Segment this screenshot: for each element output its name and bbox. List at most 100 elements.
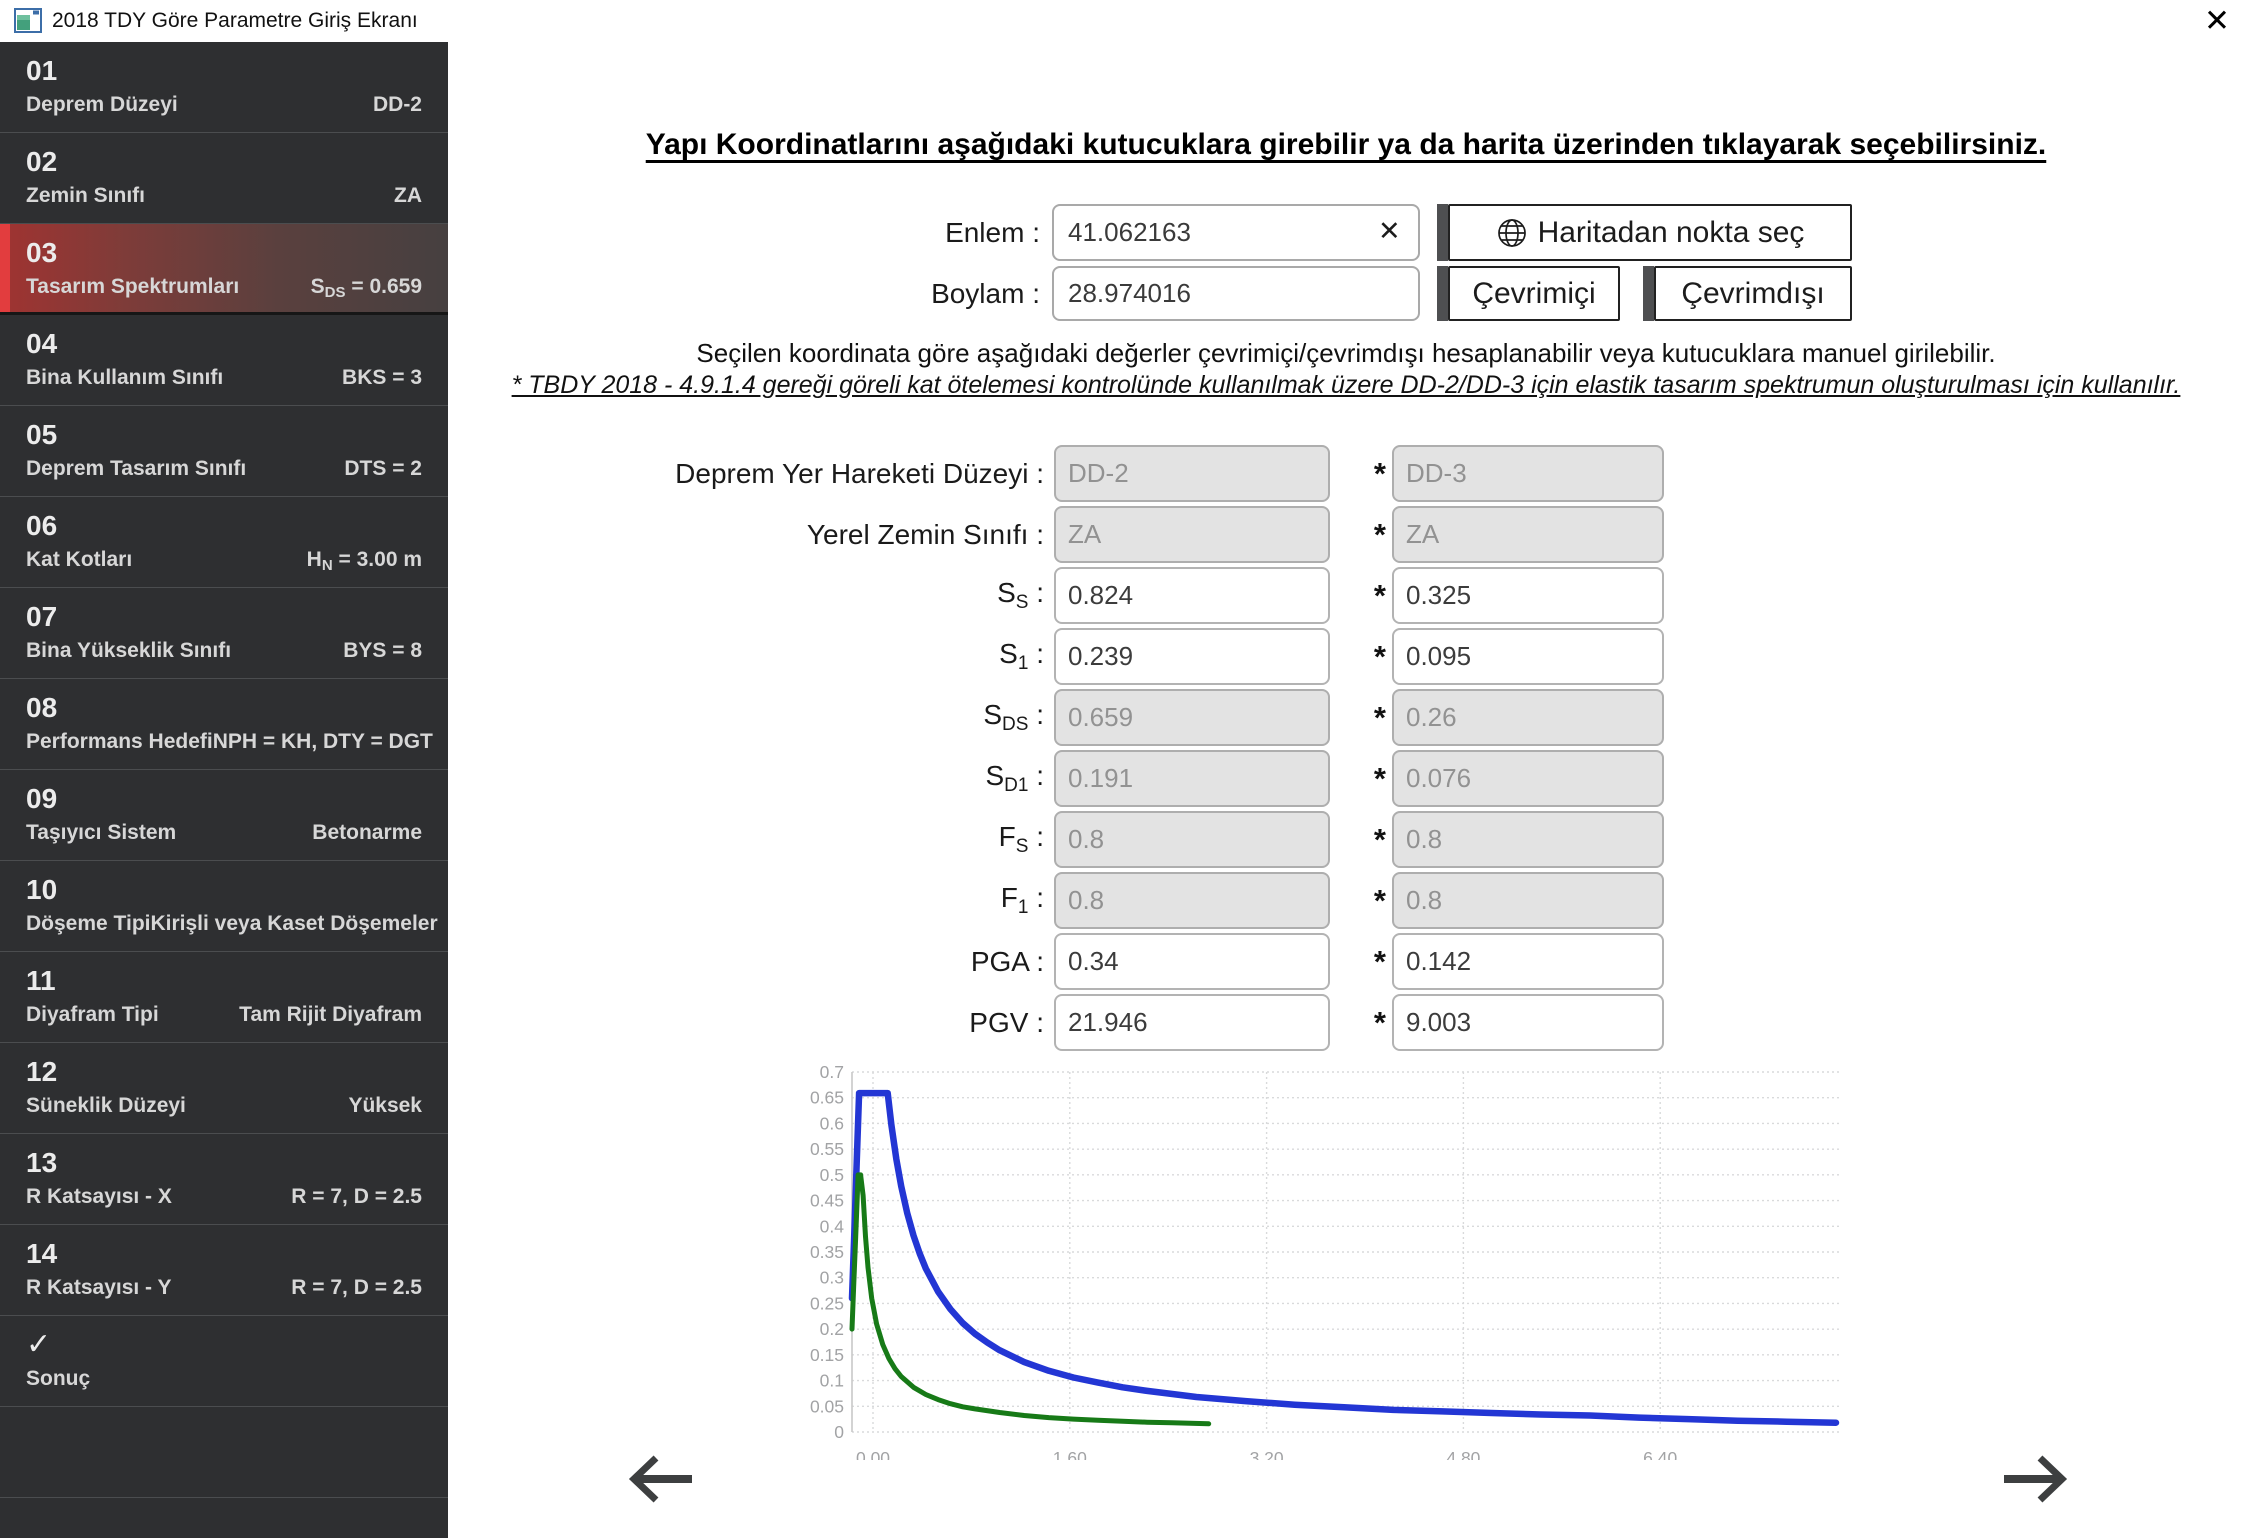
field-input-dd3[interactable]	[1392, 628, 1664, 685]
sidebar-item-value: HN = 3.00 m	[307, 548, 422, 574]
sidebar-item-number: 13	[26, 1147, 422, 1179]
sidebar-item-11[interactable]: 11Diyafram TipiTam Rijit Diyafram	[0, 952, 448, 1043]
field-label: Deprem Yer Hareketi Düzeyi :	[448, 458, 1054, 490]
form-row-3: S1 : *	[448, 628, 1664, 685]
parameter-form: Deprem Yer Hareketi Düzeyi :*Yerel Zemin…	[448, 445, 1664, 1055]
field-label: FS :	[448, 821, 1054, 858]
sidebar-item-04[interactable]: 04Bina Kullanım SınıfıBKS = 3	[0, 315, 448, 406]
offline-button[interactable]: Çevrimdışı	[1654, 266, 1852, 321]
sidebar-item-label: Diyafram Tipi	[26, 1003, 159, 1027]
sidebar-item-08[interactable]: 08Performans HedefiNPH = KH, DTY = DGT	[0, 679, 448, 770]
sidebar-item-01[interactable]: 01Deprem DüzeyiDD-2	[0, 42, 448, 133]
y-tick-label: 0.7	[820, 1062, 844, 1082]
forward-arrow-button[interactable]	[2000, 1452, 2068, 1506]
sidebar-item-label: Deprem Tasarım Sınıfı	[26, 457, 246, 481]
asterisk-label: *	[1330, 445, 1392, 502]
y-tick-label: 0.6	[820, 1113, 844, 1133]
form-row-8: PGA :*	[448, 933, 1664, 990]
asterisk-label: *	[1330, 811, 1392, 868]
window-title: 2018 TDY Göre Parametre Giriş Ekranı	[52, 0, 418, 42]
back-arrow-button[interactable]	[628, 1452, 696, 1506]
note-tbdy-reference: * TBDY 2018 - 4.9.1.4 gereği göreli kat …	[448, 371, 2244, 400]
asterisk-label: *	[1330, 872, 1392, 929]
y-tick-label: 0.45	[810, 1191, 844, 1211]
field-input-dd3	[1392, 750, 1664, 807]
field-input-dd3[interactable]	[1392, 994, 1664, 1051]
field-input-dd2[interactable]	[1054, 628, 1330, 685]
sidebar-item-number: 08	[26, 692, 422, 724]
online-button-accent	[1437, 266, 1448, 321]
pick-from-map-button[interactable]: Haritadan nokta seç	[1448, 204, 1852, 261]
x-tick-label: 3.20	[1250, 1448, 1284, 1460]
blue-curve	[852, 1093, 1836, 1423]
sidebar-item-07[interactable]: 07Bina Yükseklik SınıfıBYS = 8	[0, 588, 448, 679]
online-button-label: Çevrimiçi	[1472, 277, 1595, 311]
sidebar-item-label: Süneklik Düzeyi	[26, 1094, 186, 1118]
form-row-4: SDS :*	[448, 689, 1664, 746]
y-tick-label: 0.55	[810, 1139, 844, 1159]
sidebar-item-value: BYS = 8	[343, 639, 422, 663]
field-input-dd2[interactable]	[1054, 567, 1330, 624]
sidebar-item-number: 09	[26, 783, 422, 815]
sidebar-item-number: 12	[26, 1056, 422, 1088]
sidebar-item-value: Kirişli veya Kaset Döşemeler	[150, 912, 437, 936]
form-row-7: F1 : *	[448, 872, 1664, 929]
field-input-dd3	[1392, 689, 1664, 746]
map-button-accent	[1437, 204, 1448, 261]
sidebar-item-05[interactable]: 05Deprem Tasarım SınıfıDTS = 2	[0, 406, 448, 497]
field-input-dd2	[1054, 506, 1330, 563]
app-window-icon	[14, 8, 42, 33]
sidebar-item-06[interactable]: 06Kat KotlarıHN = 3.00 m	[0, 497, 448, 588]
sidebar-item-09[interactable]: 09Taşıyıcı SistemBetonarme	[0, 770, 448, 861]
field-input-dd3[interactable]	[1392, 567, 1664, 624]
longitude-input[interactable]	[1052, 266, 1420, 321]
form-row-1: Yerel Zemin Sınıfı :*	[448, 506, 1664, 563]
sidebar-item-value: DTS = 2	[344, 457, 422, 481]
sidebar-item-value: NPH = KH, DTY = DGT	[213, 730, 433, 754]
y-tick-label: 0.3	[820, 1268, 844, 1288]
field-input-dd2[interactable]	[1054, 994, 1330, 1051]
online-button[interactable]: Çevrimiçi	[1448, 266, 1620, 321]
sidebar-item-number: 04	[26, 328, 422, 360]
sidebar-item-label: Sonuç	[26, 1367, 90, 1391]
sidebar-item-value: SDS = 0.659	[311, 275, 422, 301]
sidebar-item-value: BKS = 3	[342, 366, 422, 390]
asterisk-label: *	[1330, 689, 1392, 746]
sidebar-item-label: Tasarım Spektrumları	[26, 275, 239, 299]
sidebar-item-value: ZA	[394, 184, 422, 208]
sidebar-item-label: Bina Yükseklik Sınıfı	[26, 639, 231, 663]
x-tick-label: 0.00	[856, 1448, 890, 1460]
clear-latitude-icon[interactable]: ✕	[1378, 216, 1401, 247]
sidebar-item-13[interactable]: 13 R Katsayısı - X R = 7, D = 2.5	[0, 1134, 448, 1225]
field-input-dd2[interactable]	[1054, 933, 1330, 990]
latitude-input[interactable]	[1052, 204, 1420, 261]
sidebar-item-number: 10	[26, 874, 422, 906]
title-bar: 2018 TDY Göre Parametre Giriş Ekranı ✕	[0, 0, 2244, 42]
sidebar-item-12[interactable]: 12 Süneklik Düzeyi Yüksek	[0, 1043, 448, 1134]
asterisk-label: *	[1330, 750, 1392, 807]
sidebar-item-03[interactable]: 03Tasarım SpektrumlarıSDS = 0.659	[0, 224, 448, 315]
sidebar-item-10[interactable]: 10Döşeme TipiKirişli veya Kaset Döşemele…	[0, 861, 448, 952]
asterisk-label: *	[1330, 933, 1392, 990]
sidebar-item-value: Yüksek	[348, 1094, 422, 1118]
field-input-dd3[interactable]	[1392, 933, 1664, 990]
form-row-0: Deprem Yer Hareketi Düzeyi : *	[448, 445, 1664, 502]
spectrum-chart: 0.70.650.60.550.50.450.40.350.30.250.20.…	[795, 1058, 1850, 1460]
asterisk-label: *	[1330, 628, 1392, 685]
x-tick-label: 4.80	[1446, 1448, 1480, 1460]
sidebar-item-label: R Katsayısı - Y	[26, 1276, 172, 1300]
sidebar-item-label: Zemin Sınıfı	[26, 184, 145, 208]
longitude-label: Boylam :	[448, 266, 1040, 321]
sidebar-item-label: R Katsayısı - X	[26, 1185, 172, 1209]
sidebar-item-02[interactable]: 02Zemin SınıfıZA	[0, 133, 448, 224]
sidebar-item-value: R = 7, D = 2.5	[291, 1185, 422, 1209]
close-icon[interactable]: ✕	[2204, 2, 2230, 40]
sidebar-item-14[interactable]: 14R Katsayısı - YR = 7, D = 2.5	[0, 1225, 448, 1316]
field-input-dd3	[1392, 872, 1664, 929]
field-label: S1 :	[448, 638, 1054, 675]
y-tick-label: 0.65	[810, 1088, 844, 1108]
sidebar-item-sonuc[interactable]: ✓Sonuç	[0, 1316, 448, 1407]
offline-button-accent	[1643, 266, 1654, 321]
field-label: F1 :	[448, 882, 1054, 919]
y-tick-label: 0.1	[820, 1371, 844, 1391]
